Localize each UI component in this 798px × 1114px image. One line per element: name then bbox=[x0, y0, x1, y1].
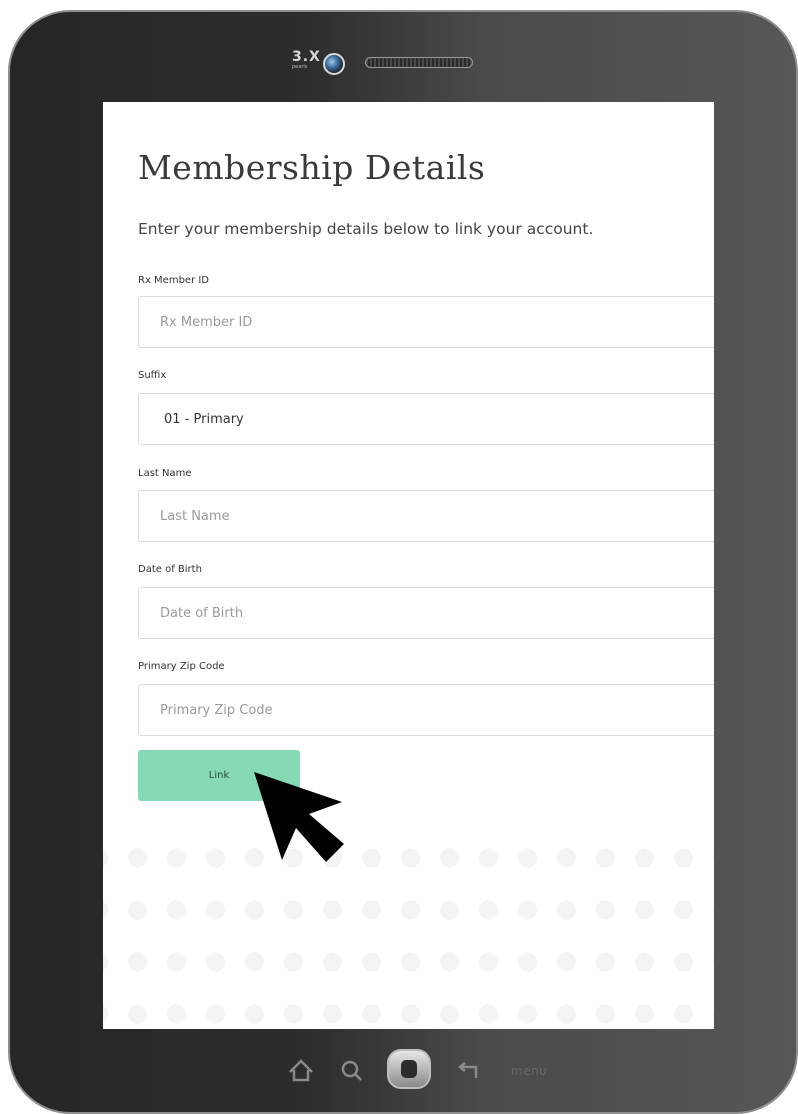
home-hardware-button[interactable] bbox=[387, 1049, 431, 1089]
suffix-select[interactable]: 01 - Primary bbox=[138, 393, 714, 445]
device-screen: Membership Details Enter your membership… bbox=[103, 102, 714, 1029]
rx-member-id-label: Rx Member ID bbox=[138, 275, 210, 286]
home-button-icon bbox=[401, 1060, 417, 1078]
mouse-cursor-icon bbox=[254, 772, 344, 862]
page-title: Membership Details bbox=[138, 148, 486, 187]
suffix-selected-value: 01 - Primary bbox=[164, 411, 244, 427]
page-subtitle: Enter your membership details below to l… bbox=[138, 220, 594, 238]
search-icon[interactable] bbox=[338, 1050, 366, 1090]
primary-zip-code-input[interactable] bbox=[138, 684, 714, 736]
device-logo: 3.X pearls bbox=[292, 50, 322, 72]
last-name-label: Last Name bbox=[138, 468, 192, 479]
date-of-birth-input[interactable] bbox=[138, 587, 714, 639]
last-name-input[interactable] bbox=[138, 490, 714, 542]
dot-pattern-background bbox=[103, 832, 714, 1029]
speaker-grille bbox=[365, 57, 473, 68]
primary-zip-code-label: Primary Zip Code bbox=[138, 661, 225, 672]
device-logo-text: 3.X bbox=[292, 49, 321, 65]
date-of-birth-label: Date of Birth bbox=[138, 564, 202, 575]
back-icon[interactable] bbox=[456, 1050, 486, 1090]
menu-button[interactable]: menu bbox=[511, 1064, 547, 1078]
camera-icon bbox=[323, 53, 345, 75]
home-icon[interactable] bbox=[286, 1050, 316, 1090]
rx-member-id-input[interactable] bbox=[138, 296, 714, 348]
suffix-label: Suffix bbox=[138, 370, 167, 381]
